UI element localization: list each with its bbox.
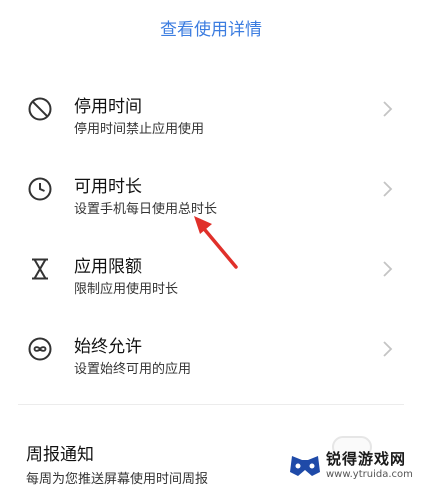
- infinity-icon: [28, 337, 52, 361]
- weekly-report-title: 周报通知: [26, 445, 94, 465]
- screen-time-limit-subtitle: 设置手机每日使用总时长: [74, 202, 218, 217]
- screen-time-limit-title: 可用时长: [74, 177, 142, 197]
- section-gap: [0, 54, 422, 68]
- screen-time-settings-list: 停用时间 停用时间禁止应用使用 可用时长 设置手机每日使用总时长 应用限额 限制…: [0, 68, 422, 388]
- chevron-right-icon: [383, 181, 393, 197]
- weekly-report-subtitle: 每周为您推送屏幕使用时间周报: [26, 472, 209, 487]
- section-divider: [18, 404, 404, 405]
- site-watermark: 锐得游戏网 www.ytruida.com: [288, 445, 418, 483]
- chevron-right-icon: [383, 101, 393, 117]
- downtime-subtitle: 停用时间禁止应用使用: [74, 122, 205, 137]
- block-icon: [28, 97, 52, 121]
- chevron-right-icon: [383, 261, 393, 277]
- list-item-always-allowed[interactable]: 始终允许 设置始终可用的应用: [0, 308, 422, 388]
- list-item-screen-time-limit[interactable]: 可用时长 设置手机每日使用总时长: [0, 148, 422, 228]
- view-usage-details-row[interactable]: 查看使用详情: [0, 0, 422, 54]
- app-limits-title: 应用限额: [74, 257, 142, 277]
- watermark-name: 锐得游戏网: [326, 450, 407, 468]
- gamepad-logo-icon: [290, 456, 320, 476]
- hourglass-icon: [32, 258, 48, 280]
- app-limits-subtitle: 限制应用使用时长: [74, 282, 179, 297]
- view-usage-details-link[interactable]: 查看使用详情: [160, 15, 262, 40]
- watermark-url: www.ytruida.com: [326, 469, 413, 480]
- chevron-right-icon: [383, 341, 393, 357]
- list-item-downtime[interactable]: 停用时间 停用时间禁止应用使用: [0, 68, 422, 148]
- list-item-app-limits[interactable]: 应用限额 限制应用使用时长: [0, 228, 422, 308]
- always-allowed-subtitle: 设置始终可用的应用: [74, 362, 192, 377]
- clock-icon: [28, 177, 52, 201]
- downtime-title: 停用时间: [74, 97, 142, 117]
- always-allowed-title: 始终允许: [74, 337, 142, 357]
